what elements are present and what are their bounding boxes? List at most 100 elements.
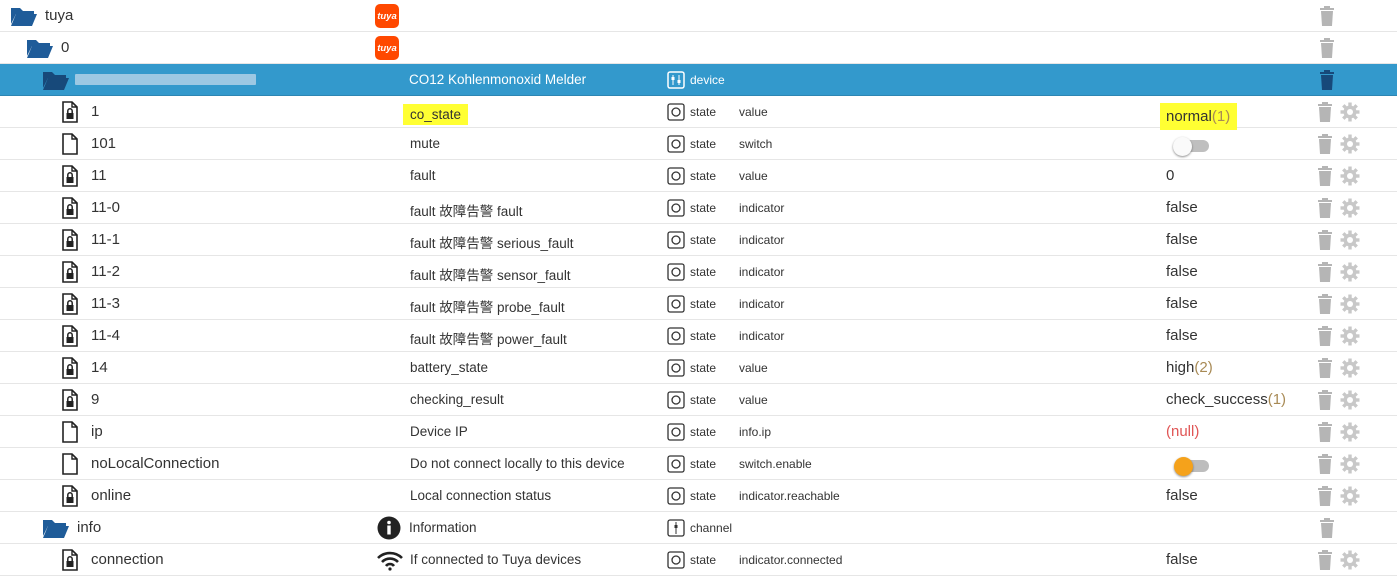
tree-row-state[interactable]: 14 battery_state state value high(2): [0, 352, 1397, 384]
gear-icon[interactable]: [1340, 262, 1360, 287]
gear-icon[interactable]: [1340, 166, 1360, 191]
object-role: indicator: [739, 329, 785, 343]
trash-icon[interactable]: [1317, 550, 1333, 575]
trash-icon[interactable]: [1317, 294, 1333, 319]
trash-icon[interactable]: [1317, 390, 1333, 415]
device-icon: [667, 71, 685, 94]
toggle-switch[interactable]: [1173, 457, 1213, 476]
object-value[interactable]: false: [1166, 231, 1198, 248]
tree-row-state[interactable]: 1 co_state state value normal(1): [0, 96, 1397, 130]
tree-row-state[interactable]: 101 mute state switch: [0, 128, 1397, 160]
gear-icon[interactable]: [1340, 102, 1360, 127]
gear-icon[interactable]: [1340, 390, 1360, 415]
object-id: info: [77, 519, 102, 536]
object-value[interactable]: check_success(1): [1166, 391, 1286, 408]
object-value[interactable]: false: [1166, 199, 1198, 216]
gear-icon[interactable]: [1340, 454, 1360, 479]
gear-icon[interactable]: [1340, 358, 1360, 383]
tree-row-state[interactable]: 11-4 fault 故障告警 power_fault state indicator…: [0, 320, 1397, 352]
object-name: fault 故障告警 serious_fault: [410, 236, 574, 251]
trash-icon[interactable]: [1317, 422, 1333, 447]
file-locked-icon: [62, 165, 78, 192]
tree-row-state[interactable]: 11 fault state value 0: [0, 160, 1397, 192]
object-role: value: [739, 105, 768, 119]
object-role: switch: [739, 137, 773, 151]
trash-icon[interactable]: [1317, 358, 1333, 383]
trash-icon[interactable]: [1317, 230, 1333, 255]
trash-icon[interactable]: [1317, 486, 1333, 511]
gear-icon[interactable]: [1340, 550, 1360, 575]
tree-row-state[interactable]: online Local connection status state indica…: [0, 480, 1397, 512]
tree-row-device[interactable]: CO12 Kohlenmonoxid Melder device: [0, 64, 1397, 96]
object-type: state: [690, 425, 717, 439]
object-role: indicator: [739, 297, 785, 311]
gear-icon[interactable]: [1340, 230, 1360, 255]
state-icon: [667, 551, 685, 574]
trash-icon[interactable]: [1319, 6, 1335, 31]
tree-row-0[interactable]: 0 tuya: [0, 32, 1397, 64]
gear-icon[interactable]: [1340, 198, 1360, 223]
value-text: false: [1166, 551, 1198, 568]
object-value[interactable]: high(2): [1166, 359, 1213, 376]
trash-icon[interactable]: [1317, 262, 1333, 287]
folder-open-icon[interactable]: [10, 5, 38, 32]
file-locked-icon: [62, 197, 78, 224]
trash-icon[interactable]: [1317, 198, 1333, 223]
object-role: info.ip: [739, 425, 772, 439]
tree-row-state[interactable]: 11-0 fault 故障告警 fault state indicator false: [0, 192, 1397, 224]
info-icon: [377, 516, 401, 545]
trash-icon[interactable]: [1317, 166, 1333, 191]
object-role: value: [739, 361, 768, 375]
state-icon: [667, 359, 685, 382]
tree-row-state[interactable]: 11-1 fault 故障告警 serious_fault state indicat…: [0, 224, 1397, 256]
tree-row-state[interactable]: 9 checking_result state value check_success(…: [0, 384, 1397, 416]
object-id: 14: [91, 359, 108, 376]
object-name: CO12 Kohlenmonoxid Melder: [409, 72, 587, 87]
trash-icon[interactable]: [1319, 38, 1335, 63]
toggle-switch[interactable]: [1173, 137, 1213, 156]
object-value[interactable]: false: [1166, 295, 1198, 312]
value-text: false: [1166, 327, 1198, 344]
trash-icon[interactable]: [1319, 70, 1335, 95]
tree-row-state[interactable]: ip Device IP state info.ip (null): [0, 416, 1397, 448]
folder-open-icon[interactable]: [42, 69, 70, 96]
trash-icon[interactable]: [1317, 326, 1333, 351]
object-type: state: [690, 297, 717, 311]
tree-row-state[interactable]: 11-3 fault 故障告警 probe_fault state indicator…: [0, 288, 1397, 320]
tree-row-tuya[interactable]: tuya tuya: [0, 0, 1397, 32]
object-type: state: [690, 553, 717, 567]
trash-icon[interactable]: [1319, 518, 1335, 543]
gear-icon[interactable]: [1340, 294, 1360, 319]
file-locked-icon: [62, 229, 78, 256]
trash-icon[interactable]: [1317, 102, 1333, 127]
file-icon: [62, 133, 78, 160]
object-name: battery_state: [410, 360, 489, 375]
object-value[interactable]: (null): [1166, 423, 1199, 440]
folder-open-icon[interactable]: [42, 517, 70, 544]
state-icon: [667, 423, 685, 446]
object-value[interactable]: false: [1166, 487, 1198, 504]
tree-row-state[interactable]: 11-2 fault 故障告警 sensor_fault state indicato…: [0, 256, 1397, 288]
gear-icon[interactable]: [1340, 486, 1360, 511]
gear-icon[interactable]: [1340, 134, 1360, 159]
file-locked-icon: [62, 261, 78, 288]
object-id: 0: [61, 39, 70, 56]
object-value[interactable]: false: [1166, 551, 1198, 568]
value-text: false: [1166, 295, 1198, 312]
object-value[interactable]: 0: [1166, 167, 1174, 184]
file-icon: [62, 421, 78, 448]
tree-row-state[interactable]: noLocalConnection Do not connect locally …: [0, 448, 1397, 480]
object-value[interactable]: normal(1): [1160, 103, 1238, 130]
trash-icon[interactable]: [1317, 454, 1333, 479]
state-icon: [667, 103, 685, 126]
tree-row-state[interactable]: connection If connected to Tuya devices st…: [0, 544, 1397, 576]
trash-icon[interactable]: [1317, 134, 1333, 159]
value-text: 0: [1166, 167, 1175, 184]
gear-icon[interactable]: [1340, 422, 1360, 447]
gear-icon[interactable]: [1340, 326, 1360, 351]
object-value[interactable]: false: [1166, 263, 1198, 280]
folder-open-icon[interactable]: [26, 37, 54, 64]
object-type: state: [690, 137, 717, 151]
object-value[interactable]: false: [1166, 327, 1198, 344]
tree-row-info[interactable]: info Information channel: [0, 512, 1397, 544]
